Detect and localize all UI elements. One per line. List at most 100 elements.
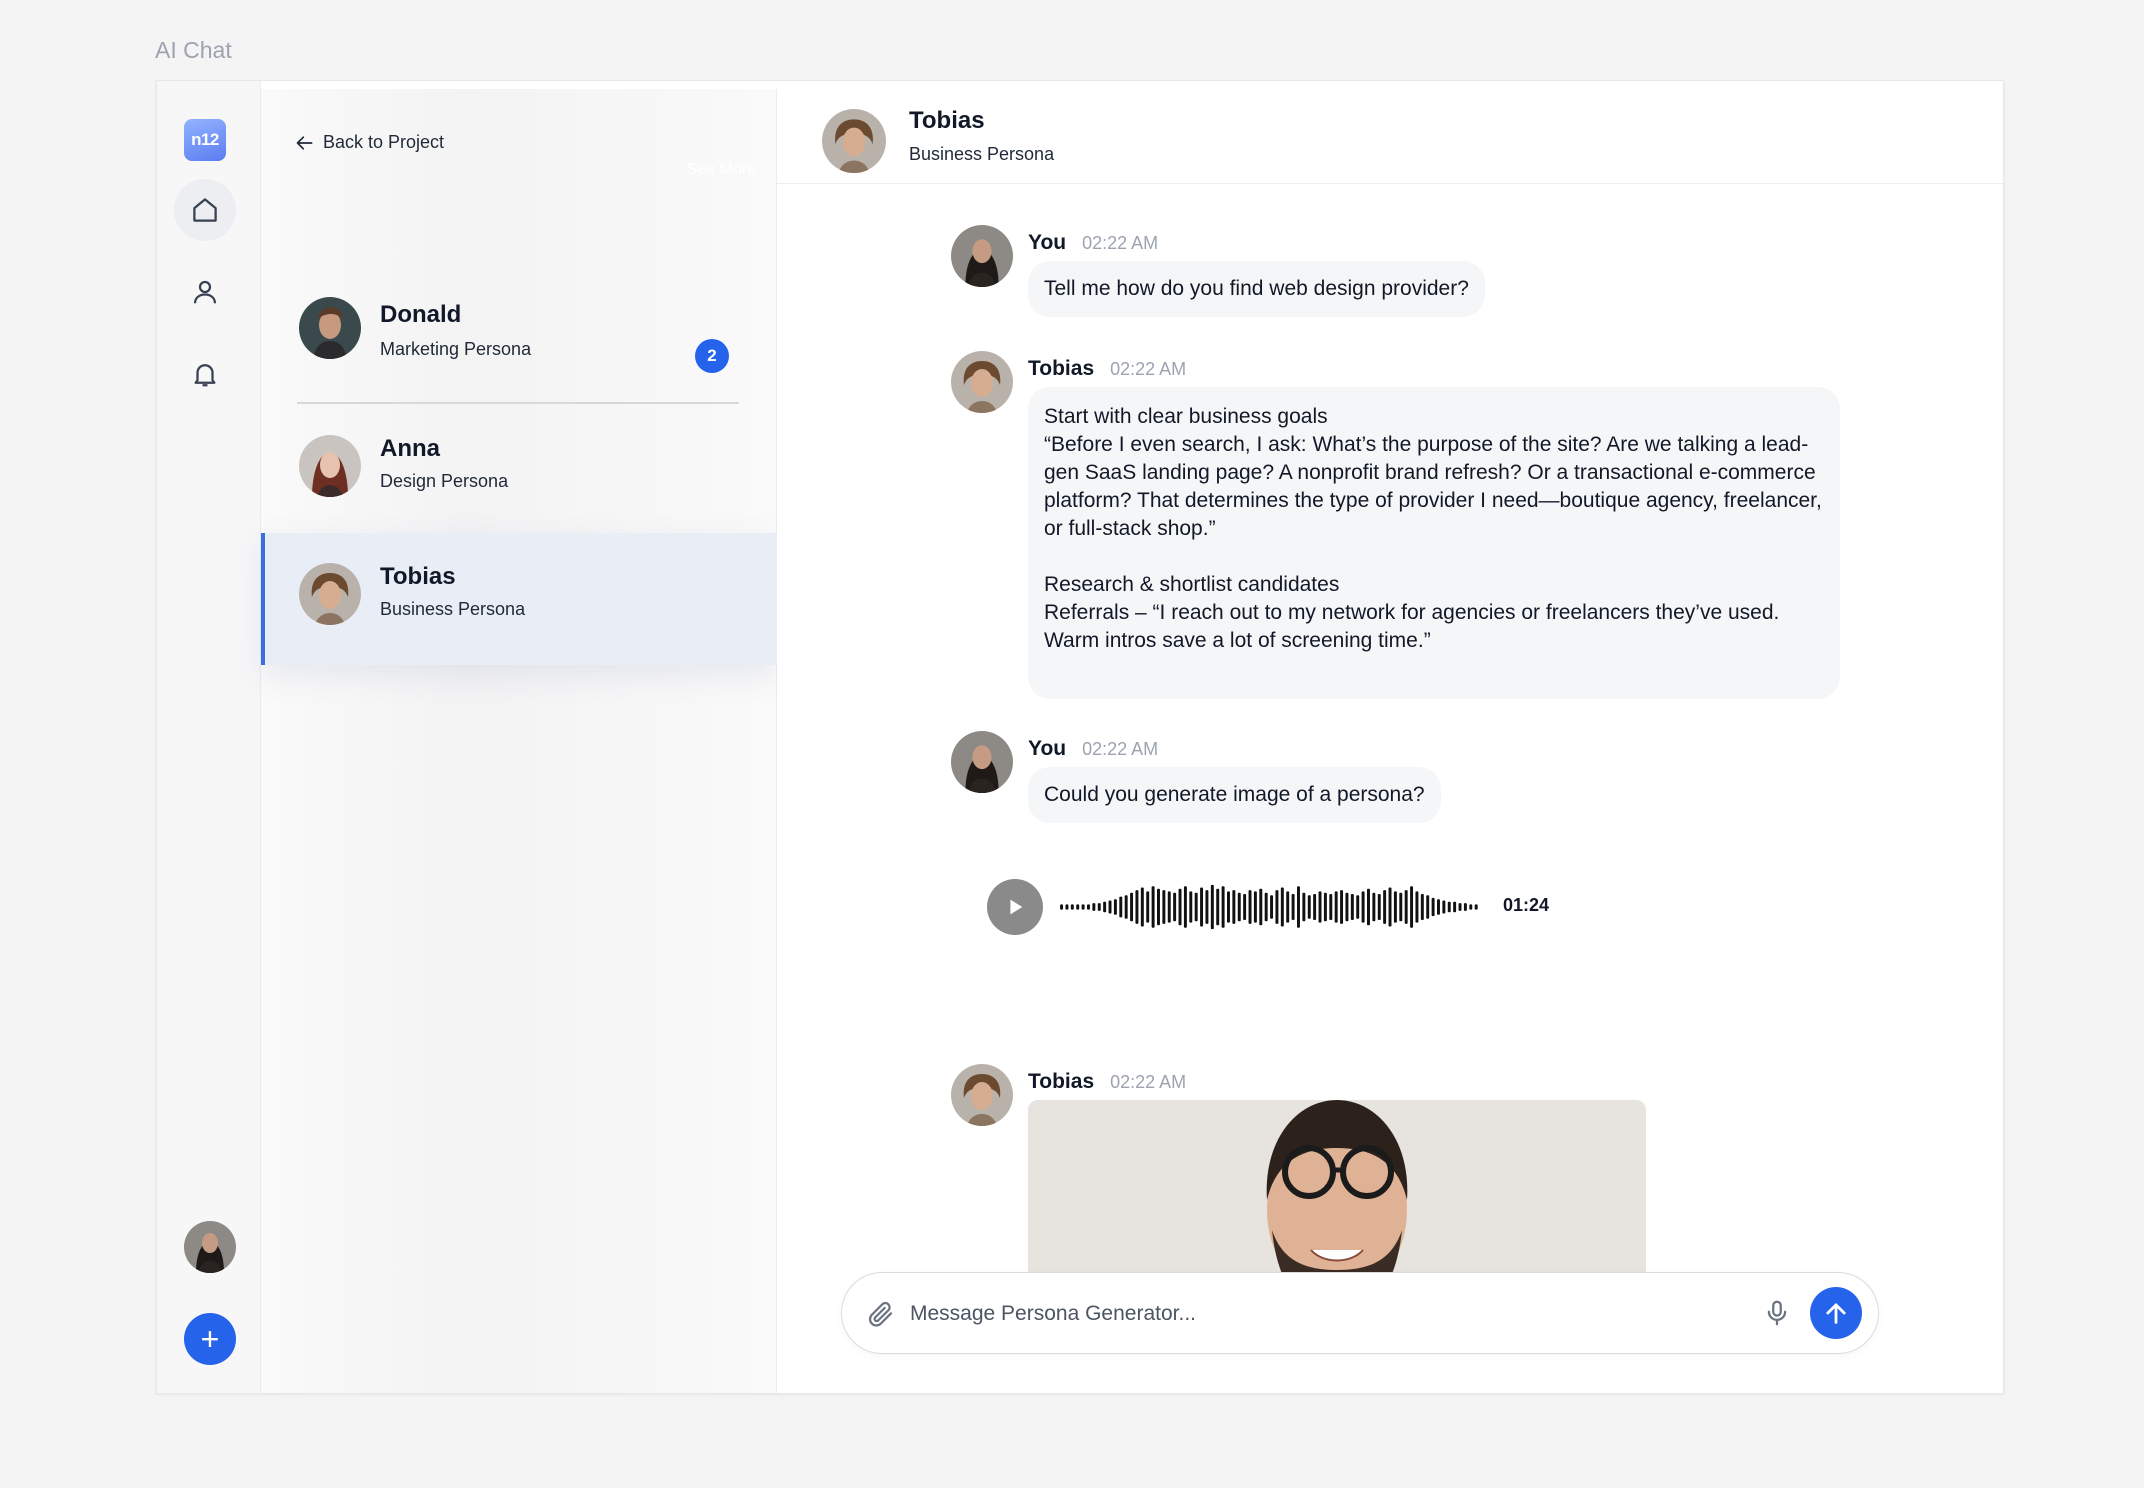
waveform-bar xyxy=(1356,895,1360,919)
waveform-bar xyxy=(1124,895,1128,919)
waveform-bar xyxy=(1097,903,1101,911)
waveform-bar xyxy=(1189,891,1193,923)
waveform-bar xyxy=(1130,892,1134,922)
waveform-bar xyxy=(1280,887,1284,927)
avatar-anna xyxy=(299,435,361,497)
waveform-bar xyxy=(1092,903,1096,911)
avatar-you-image xyxy=(184,1221,236,1273)
waveform-bar xyxy=(1232,890,1236,924)
nav-rail: n12 + xyxy=(157,81,261,1393)
waveform-bar xyxy=(1383,890,1387,924)
message-avatar xyxy=(951,1064,1013,1126)
waveform-bar xyxy=(1426,895,1430,919)
message-avatar xyxy=(951,731,1013,793)
waveform-bar xyxy=(1081,904,1085,910)
message-bubble: Tell me how do you find web design provi… xyxy=(1028,261,1485,317)
waveform-bar xyxy=(1410,886,1414,928)
waveform-bar xyxy=(1453,901,1457,913)
nav-notifications-button[interactable] xyxy=(174,343,236,405)
waveform-bar xyxy=(1329,894,1333,920)
chat-title: Tobias xyxy=(909,107,985,134)
conversation-item-anna[interactable]: Anna Design Persona xyxy=(261,405,777,537)
voice-waveform[interactable] xyxy=(1059,883,1479,931)
back-to-project-link[interactable]: Back to Project xyxy=(295,132,444,153)
waveform-bar xyxy=(1474,904,1478,910)
chat-subtitle: Business Persona xyxy=(909,144,1055,164)
waveform-bar xyxy=(1388,887,1392,927)
waveform-bar xyxy=(1297,886,1300,928)
voice-duration: 01:24 xyxy=(1503,895,1550,915)
message-time: 02:22 AM xyxy=(1110,359,1187,379)
conversation-item-tobias[interactable]: Tobias Business Persona xyxy=(261,533,777,665)
waveform-bar xyxy=(1313,894,1317,920)
see-more-link[interactable]: See More xyxy=(687,161,756,179)
app-logo[interactable]: n12 xyxy=(184,119,226,161)
waveform-bar xyxy=(1237,892,1241,922)
waveform-bar xyxy=(1442,900,1446,914)
unread-badge: 2 xyxy=(695,339,729,373)
current-user-avatar[interactable] xyxy=(184,1221,236,1273)
nav-home-button[interactable] xyxy=(174,179,236,241)
waveform-bar xyxy=(1345,892,1349,922)
waveform-bar xyxy=(1431,897,1435,917)
message-author: You xyxy=(1028,737,1067,760)
message-time: 02:22 AM xyxy=(1082,233,1159,253)
arrow-up-icon xyxy=(1826,1303,1846,1324)
waveform-bar xyxy=(1420,894,1424,920)
conversation-role: Design Persona xyxy=(380,471,509,491)
waveform-bar xyxy=(1393,891,1397,923)
waveform-bar xyxy=(1151,886,1155,928)
waveform-bar xyxy=(1469,904,1473,910)
waveform-bar xyxy=(1076,904,1080,910)
message-author: Tobias xyxy=(1028,1070,1095,1093)
avatar-tobias xyxy=(299,563,361,625)
waveform-bar xyxy=(1087,904,1090,910)
conversation-name: Anna xyxy=(380,435,440,462)
nav-profile-button[interactable] xyxy=(174,261,236,323)
conversation-name: Donald xyxy=(380,301,462,328)
add-button[interactable]: + xyxy=(184,1313,236,1365)
play-button[interactable] xyxy=(987,879,1043,935)
chat-panel: Tobias Business Persona You 02:22 AM Tel… xyxy=(777,81,2003,1393)
waveform-bar xyxy=(1447,901,1451,913)
waveform-bar xyxy=(1275,890,1279,924)
waveform-bar xyxy=(1216,888,1220,926)
waveform-bar xyxy=(1377,894,1381,920)
waveform-bar xyxy=(1264,892,1268,922)
avatar-donald xyxy=(299,297,361,359)
microphone-icon[interactable] xyxy=(1762,1297,1792,1329)
waveform-bar xyxy=(1404,890,1408,924)
chat-header: Tobias Business Persona xyxy=(777,81,2003,184)
waveform-bar xyxy=(1350,894,1354,920)
waveform-bar xyxy=(1221,886,1225,928)
waveform-bar xyxy=(1065,904,1069,910)
waveform-bar xyxy=(1361,891,1365,923)
waveform-bar xyxy=(1108,900,1112,914)
waveform-bar xyxy=(1318,891,1322,923)
waveform-bar xyxy=(1146,891,1150,923)
waveform-bar xyxy=(1458,903,1462,911)
paperclip-icon[interactable] xyxy=(866,1299,896,1329)
app-window: n12 + Back to Project See More Donald Ma… xyxy=(156,80,2004,1394)
waveform-bar xyxy=(1253,891,1257,923)
waveform-bar xyxy=(1291,894,1295,920)
waveform-bar xyxy=(1463,903,1467,911)
waveform-bar xyxy=(1103,901,1107,913)
waveform-bar xyxy=(1157,888,1160,926)
conversation-item-donald[interactable]: Donald Marketing Persona 2 xyxy=(261,251,777,391)
conversation-name: Tobias xyxy=(380,563,456,590)
waveform-bar xyxy=(1167,891,1171,923)
chat-header-avatar xyxy=(822,109,886,173)
waveform-bar xyxy=(1227,891,1230,923)
waveform-bar xyxy=(1372,892,1376,922)
user-icon xyxy=(193,280,217,304)
send-button[interactable] xyxy=(1810,1287,1862,1339)
message-time: 02:22 AM xyxy=(1110,1072,1187,1092)
play-icon xyxy=(1010,899,1023,915)
waveform-bar xyxy=(1060,904,1064,910)
message-input[interactable] xyxy=(910,1295,1730,1333)
waveform-bar xyxy=(1135,890,1139,924)
waveform-bar xyxy=(1307,895,1311,919)
waveform-bar xyxy=(1259,888,1263,926)
message-bubble: Could you generate image of a persona? xyxy=(1028,767,1441,823)
